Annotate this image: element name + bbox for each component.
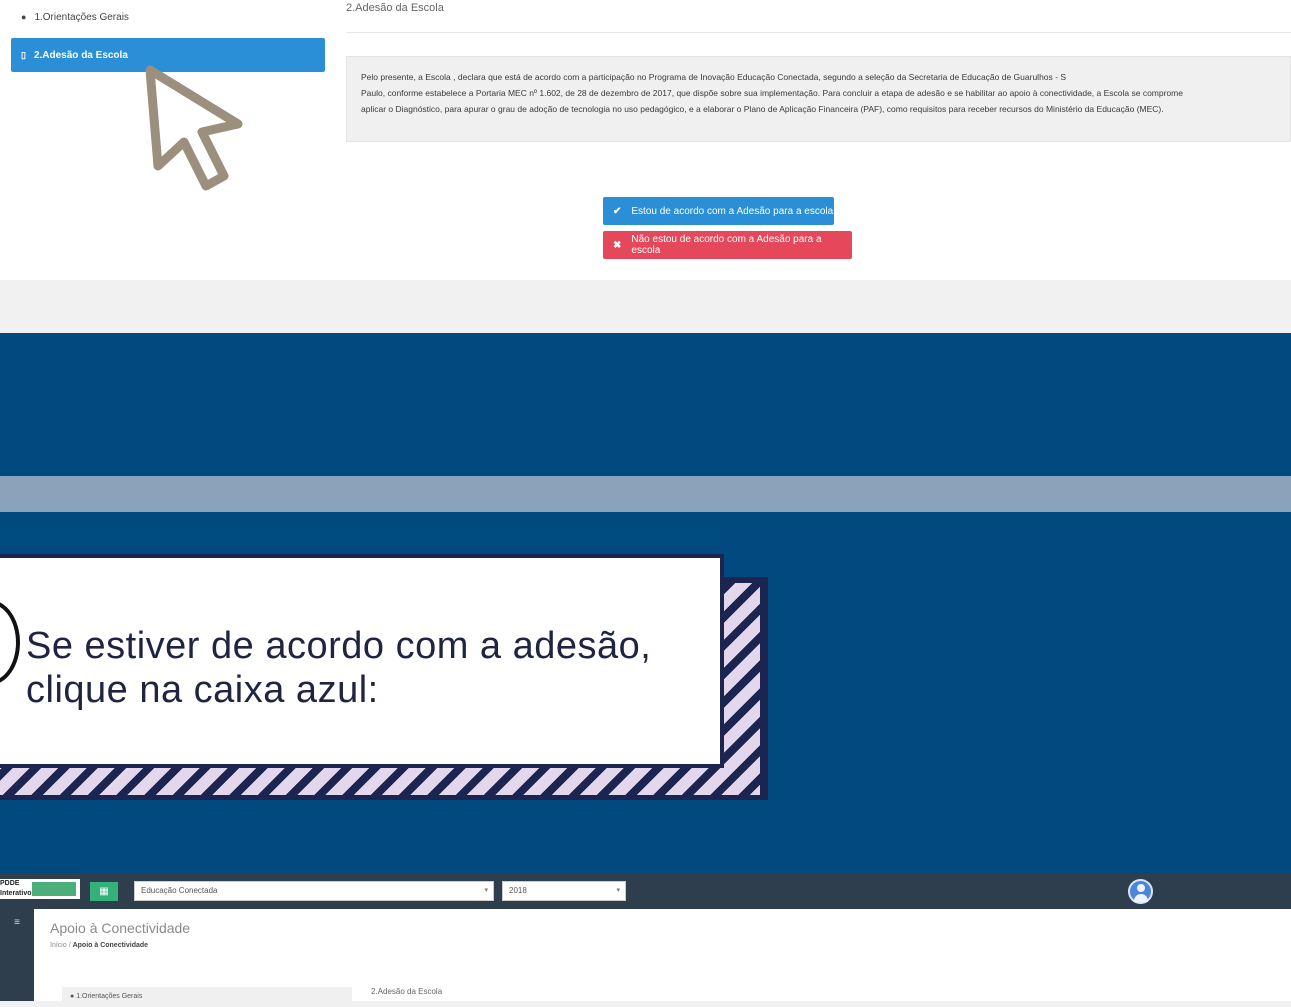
hamburger-icon[interactable]: ≡: [14, 917, 20, 928]
user-avatar-icon[interactable]: [1128, 879, 1153, 904]
sidebar-item-orientacoes[interactable]: ● 1.Orientações Gerais: [62, 987, 352, 1007]
logo-text: PDDE: [0, 880, 20, 887]
disagree-button-label: Não estou de acordo com a Adesão para a …: [631, 234, 822, 256]
agree-button-label: Estou de acordo com a Adesão para a esco…: [631, 205, 834, 217]
sidebar-item-label: 2.Adesão da Escola: [33, 49, 128, 61]
document-icon: ▯: [21, 49, 26, 60]
info-circle-icon: ●: [21, 12, 27, 22]
bottom-screenshot: PDDE Interativo ▦ Educação Conectada ▾ 2…: [0, 873, 1291, 1007]
sidebar-item-label: 1.Orientações Gerais: [34, 11, 129, 23]
statement-line: Paulo, conforme estabelece a Portaria ME…: [361, 88, 1183, 98]
mouse-pointer-icon: [145, 65, 243, 191]
breadcrumb: Início / Apoio à Conectividade: [50, 942, 148, 949]
year-select-value: 2018: [509, 886, 527, 895]
program-select[interactable]: Educação Conectada ▾: [134, 881, 494, 901]
breadcrumb-separator: /: [68, 942, 71, 949]
left-rail: ≡: [0, 909, 34, 1001]
pdde-logo: PDDE Interativo: [0, 879, 80, 899]
logo-badge: [32, 882, 76, 896]
check-icon: ✔: [613, 205, 622, 217]
app-topbar: PDDE Interativo ▦ Educação Conectada ▾ 2…: [0, 873, 1291, 909]
callout-line-2: clique na caixa azul:: [26, 669, 379, 711]
statement-line: Pelo presente, a Escola , declara que es…: [361, 72, 1067, 82]
chevron-down-icon: ▾: [484, 887, 488, 894]
section-title: 2.Adesão da Escola: [346, 2, 444, 14]
top-screenshot: ● 1.Orientações Gerais ▯ 2.Adesão da Esc…: [0, 0, 1291, 333]
breadcrumb-current: Apoio à Conectividade: [72, 942, 149, 949]
callout-text: Se estiver de acordo com a adesão, cliqu…: [26, 624, 716, 712]
logo-subtext: Interativo: [0, 890, 32, 897]
statement-line: aplicar o Diagnóstico, para apurar o gra…: [361, 104, 1164, 114]
breadcrumb-home[interactable]: Início: [50, 942, 67, 949]
sidebar-item-label: 1.Orientações Gerais: [76, 993, 143, 1000]
sidebar-item-orientacoes[interactable]: ● 1.Orientações Gerais: [11, 0, 325, 34]
page-title: Apoio à Conectividade: [50, 920, 191, 936]
disagree-button[interactable]: ✖ Não estou de acordo com a Adesão para …: [603, 231, 852, 259]
x-icon: ✖: [613, 239, 622, 251]
agree-button[interactable]: ✔ Estou de acordo com a Adesão para a es…: [603, 197, 834, 225]
program-select-value: Educação Conectada: [141, 886, 218, 895]
callout-line-1: Se estiver de acordo com a adesão,: [26, 625, 652, 667]
main-content: Apoio à Conectividade Início / Apoio à C…: [34, 909, 1291, 1007]
adhesion-statement: Pelo presente, a Escola , declara que es…: [346, 56, 1291, 142]
section-title: 2.Adesão da Escola: [371, 987, 443, 996]
year-select[interactable]: 2018 ▾: [502, 881, 626, 901]
band-stripe: [0, 476, 1291, 512]
chevron-down-icon: ▾: [616, 887, 620, 894]
grid-icon[interactable]: ▦: [90, 882, 118, 901]
divider: [346, 32, 1291, 33]
